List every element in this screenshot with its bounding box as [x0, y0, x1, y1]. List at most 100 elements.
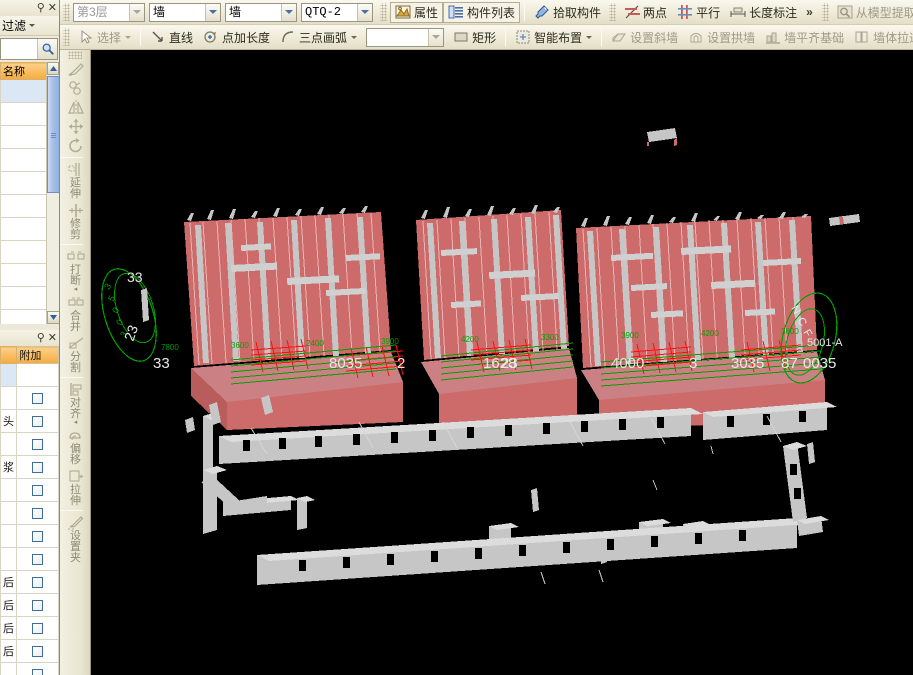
scroll-up-button[interactable]	[47, 62, 59, 75]
attach-checkbox[interactable]	[32, 507, 44, 519]
attach-checkbox[interactable]	[32, 484, 44, 496]
toolbar-grip[interactable]	[609, 3, 617, 21]
table-cell-attach[interactable]	[16, 639, 59, 663]
extract-from-model-button[interactable]: 从模型提取工	[832, 2, 913, 23]
chevron-down-icon[interactable]	[281, 3, 296, 21]
chevron-down-icon[interactable]	[29, 24, 36, 27]
attach-checkbox[interactable]	[32, 530, 44, 542]
arch-wall-button[interactable]: 设置拱墙	[683, 27, 760, 48]
scroll-down-button[interactable]	[47, 311, 59, 324]
pin-icon[interactable]: ⚲	[37, 333, 45, 344]
table-row[interactable]	[0, 662, 59, 675]
smart-layout-button[interactable]: 智能布置	[510, 27, 597, 48]
chevron-down-icon[interactable]	[357, 3, 372, 21]
table-cell-attach[interactable]	[16, 432, 59, 456]
attach-checkbox[interactable]	[32, 622, 44, 634]
parallel-button[interactable]: 平行	[672, 2, 725, 23]
attach-checkbox[interactable]	[32, 553, 44, 565]
attach-checkbox[interactable]	[32, 438, 44, 450]
toolbar-overflow-button[interactable]: »	[802, 5, 817, 19]
table-row[interactable]: 头	[0, 409, 59, 433]
table-row[interactable]	[0, 363, 59, 387]
select-button[interactable]: 选择	[73, 27, 136, 48]
chevron-down-icon[interactable]	[351, 35, 358, 39]
attach-checkbox[interactable]	[32, 415, 44, 427]
vt-align-button[interactable]: 对齐 ◂	[60, 380, 90, 426]
table-row[interactable]: 后	[0, 639, 59, 663]
vt-set-button[interactable]: 设置夹	[60, 513, 90, 565]
vt-break-button[interactable]: 打断 ◂	[60, 247, 90, 293]
vt-copy-button[interactable]	[60, 79, 90, 98]
vt-extend-button[interactable]: 延伸	[60, 160, 90, 201]
table-row[interactable]	[0, 524, 59, 548]
close-icon[interactable]: ✕	[48, 333, 57, 344]
three-point-arc-button[interactable]: 三点画弧	[275, 27, 362, 48]
pick-component-button[interactable]: 拾取构件	[529, 2, 606, 23]
search-icon[interactable]	[37, 39, 57, 59]
table-row[interactable]	[0, 432, 59, 456]
table-row[interactable]: 后	[0, 570, 59, 594]
vt-merge-button[interactable]: 合并	[60, 293, 90, 334]
attach-checkbox[interactable]	[32, 645, 44, 657]
filter-dropdown[interactable]: 过滤	[0, 16, 59, 36]
wall-align-foundation-button[interactable]: 墙平齐基础	[760, 27, 849, 48]
vt-split-button[interactable]: 分割	[60, 334, 90, 375]
vt-stretch-button[interactable]: 拉伸	[60, 467, 90, 508]
search-box[interactable]	[0, 38, 58, 60]
component-list-button[interactable]: 构件列表	[443, 1, 521, 23]
close-icon[interactable]: ✕	[48, 3, 57, 14]
table-cell-attach[interactable]	[16, 524, 59, 548]
chevron-down-icon[interactable]	[428, 28, 444, 46]
vt-rotate-button[interactable]	[60, 136, 90, 155]
line-button[interactable]: 直线	[145, 27, 198, 48]
table-row[interactable]	[0, 386, 59, 410]
table-scrollbar[interactable]	[46, 62, 59, 324]
table-cell-attach[interactable]	[16, 662, 59, 675]
attach-checkbox[interactable]	[32, 392, 44, 404]
chevron-down-icon[interactable]	[205, 3, 220, 21]
table-row[interactable]: 后	[0, 593, 59, 617]
table-cell-attach[interactable]	[16, 409, 59, 433]
toolbar-grip[interactable]	[63, 3, 70, 21]
table-cell-attach[interactable]	[16, 386, 59, 410]
table-cell-attach[interactable]	[16, 363, 59, 387]
vt-move-button[interactable]	[60, 117, 90, 136]
table-row[interactable]	[0, 501, 59, 525]
chevron-down-icon[interactable]: ◂	[74, 286, 78, 293]
category-combo[interactable]: 墙	[149, 2, 221, 22]
attach-checkbox[interactable]	[32, 576, 44, 588]
table-row[interactable]: 后	[0, 616, 59, 640]
table-cell-attach[interactable]	[16, 501, 59, 525]
vt-trim-button[interactable]: 修剪	[60, 201, 90, 242]
chevron-down-icon[interactable]	[125, 35, 132, 39]
rectangle-button[interactable]: 矩形	[448, 27, 501, 48]
two-point-button[interactable]: 两点	[619, 2, 672, 23]
table-header-cell-property[interactable]	[0, 346, 18, 364]
length-dimension-button[interactable]: 长度标注	[725, 2, 802, 23]
slope-wall-button[interactable]: 设置斜墙	[606, 27, 683, 48]
table-row[interactable]: 浆	[0, 455, 59, 479]
chevron-down-icon[interactable]	[129, 3, 144, 21]
table-row[interactable]	[0, 547, 59, 571]
vt-pen-button[interactable]	[60, 60, 90, 79]
code-combo[interactable]: QTQ-2	[301, 2, 373, 22]
table-cell-attach[interactable]	[16, 547, 59, 571]
table-cell-attach[interactable]	[16, 593, 59, 617]
point-length-button[interactable]: 点加长度	[198, 27, 275, 48]
vt-mirror-button[interactable]	[60, 98, 90, 117]
properties-button[interactable]: 属性	[390, 1, 444, 23]
table-cell-attach[interactable]	[16, 478, 59, 502]
table-cell-attach[interactable]	[16, 616, 59, 640]
toolbar-grip[interactable]	[68, 51, 82, 59]
floor-combo[interactable]: 第3层	[73, 2, 145, 22]
wall-extend-button[interactable]: 墙体拉通	[849, 27, 913, 48]
model-canvas[interactable]: 3 5 0 0 3 33 23 N C F 5001-A 33 8035 2 1…	[91, 50, 913, 675]
table-header-cell-attach[interactable]: 附加	[16, 346, 59, 364]
attach-checkbox[interactable]	[32, 599, 44, 611]
toolbar-grip[interactable]	[380, 3, 387, 21]
vt-offset-button[interactable]: 偏移	[60, 426, 90, 467]
draw-mode-combo[interactable]	[366, 27, 445, 47]
toolbar-grip[interactable]	[821, 3, 829, 21]
scrollbar-thumb[interactable]	[47, 76, 59, 193]
search-input[interactable]	[1, 39, 37, 59]
